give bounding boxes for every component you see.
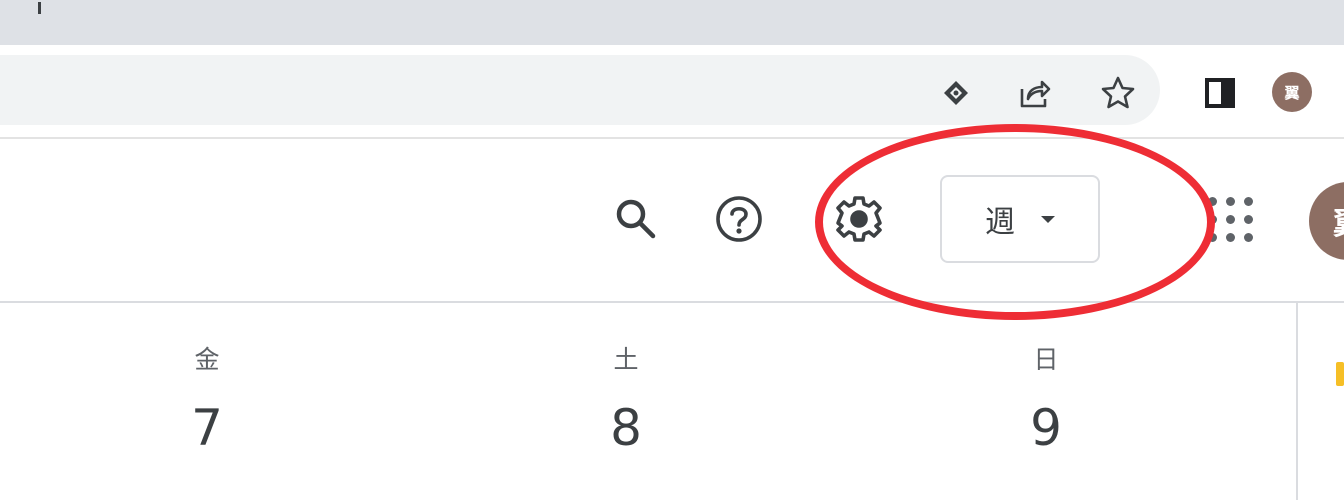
- calendar-header: 週 翼: [0, 139, 1344, 303]
- date-number[interactable]: 7: [147, 386, 267, 470]
- tab-separator: [38, 2, 41, 14]
- help-icon[interactable]: [709, 189, 769, 249]
- day-of-week-label: 日: [1033, 345, 1059, 374]
- search-icon[interactable]: [606, 189, 666, 249]
- side-panel-icon[interactable]: [1200, 73, 1240, 113]
- browser-toolbar: 翼: [0, 45, 1344, 139]
- share-icon[interactable]: [1014, 73, 1054, 113]
- day-of-week-label: 土: [613, 345, 639, 374]
- apps-grid-icon[interactable]: [1208, 197, 1254, 243]
- account-avatar[interactable]: 翼: [1309, 182, 1344, 260]
- date-number[interactable]: 9: [986, 386, 1106, 470]
- view-selector-label: 週: [985, 205, 1015, 240]
- password-key-icon[interactable]: [936, 73, 976, 113]
- date-number[interactable]: 8: [566, 386, 686, 470]
- chevron-down-icon: [1041, 215, 1055, 223]
- browser-profile-avatar[interactable]: 翼: [1272, 72, 1312, 112]
- side-panel-app-icon[interactable]: [1336, 362, 1344, 386]
- day-column-sun[interactable]: 日 9: [986, 340, 1106, 470]
- account-initial: 翼: [1333, 199, 1344, 243]
- day-of-week-label: 金: [194, 345, 220, 374]
- side-panel-divider: [1296, 303, 1298, 500]
- star-icon[interactable]: [1098, 73, 1138, 113]
- day-column-fri[interactable]: 金 7: [147, 340, 267, 470]
- address-bar[interactable]: [0, 55, 1160, 125]
- browser-profile-initial: 翼: [1284, 83, 1300, 102]
- gear-icon[interactable]: [829, 189, 889, 249]
- view-selector-dropdown[interactable]: 週: [940, 175, 1100, 263]
- browser-tab-strip: [0, 0, 1344, 45]
- day-column-sat[interactable]: 土 8: [566, 340, 686, 470]
